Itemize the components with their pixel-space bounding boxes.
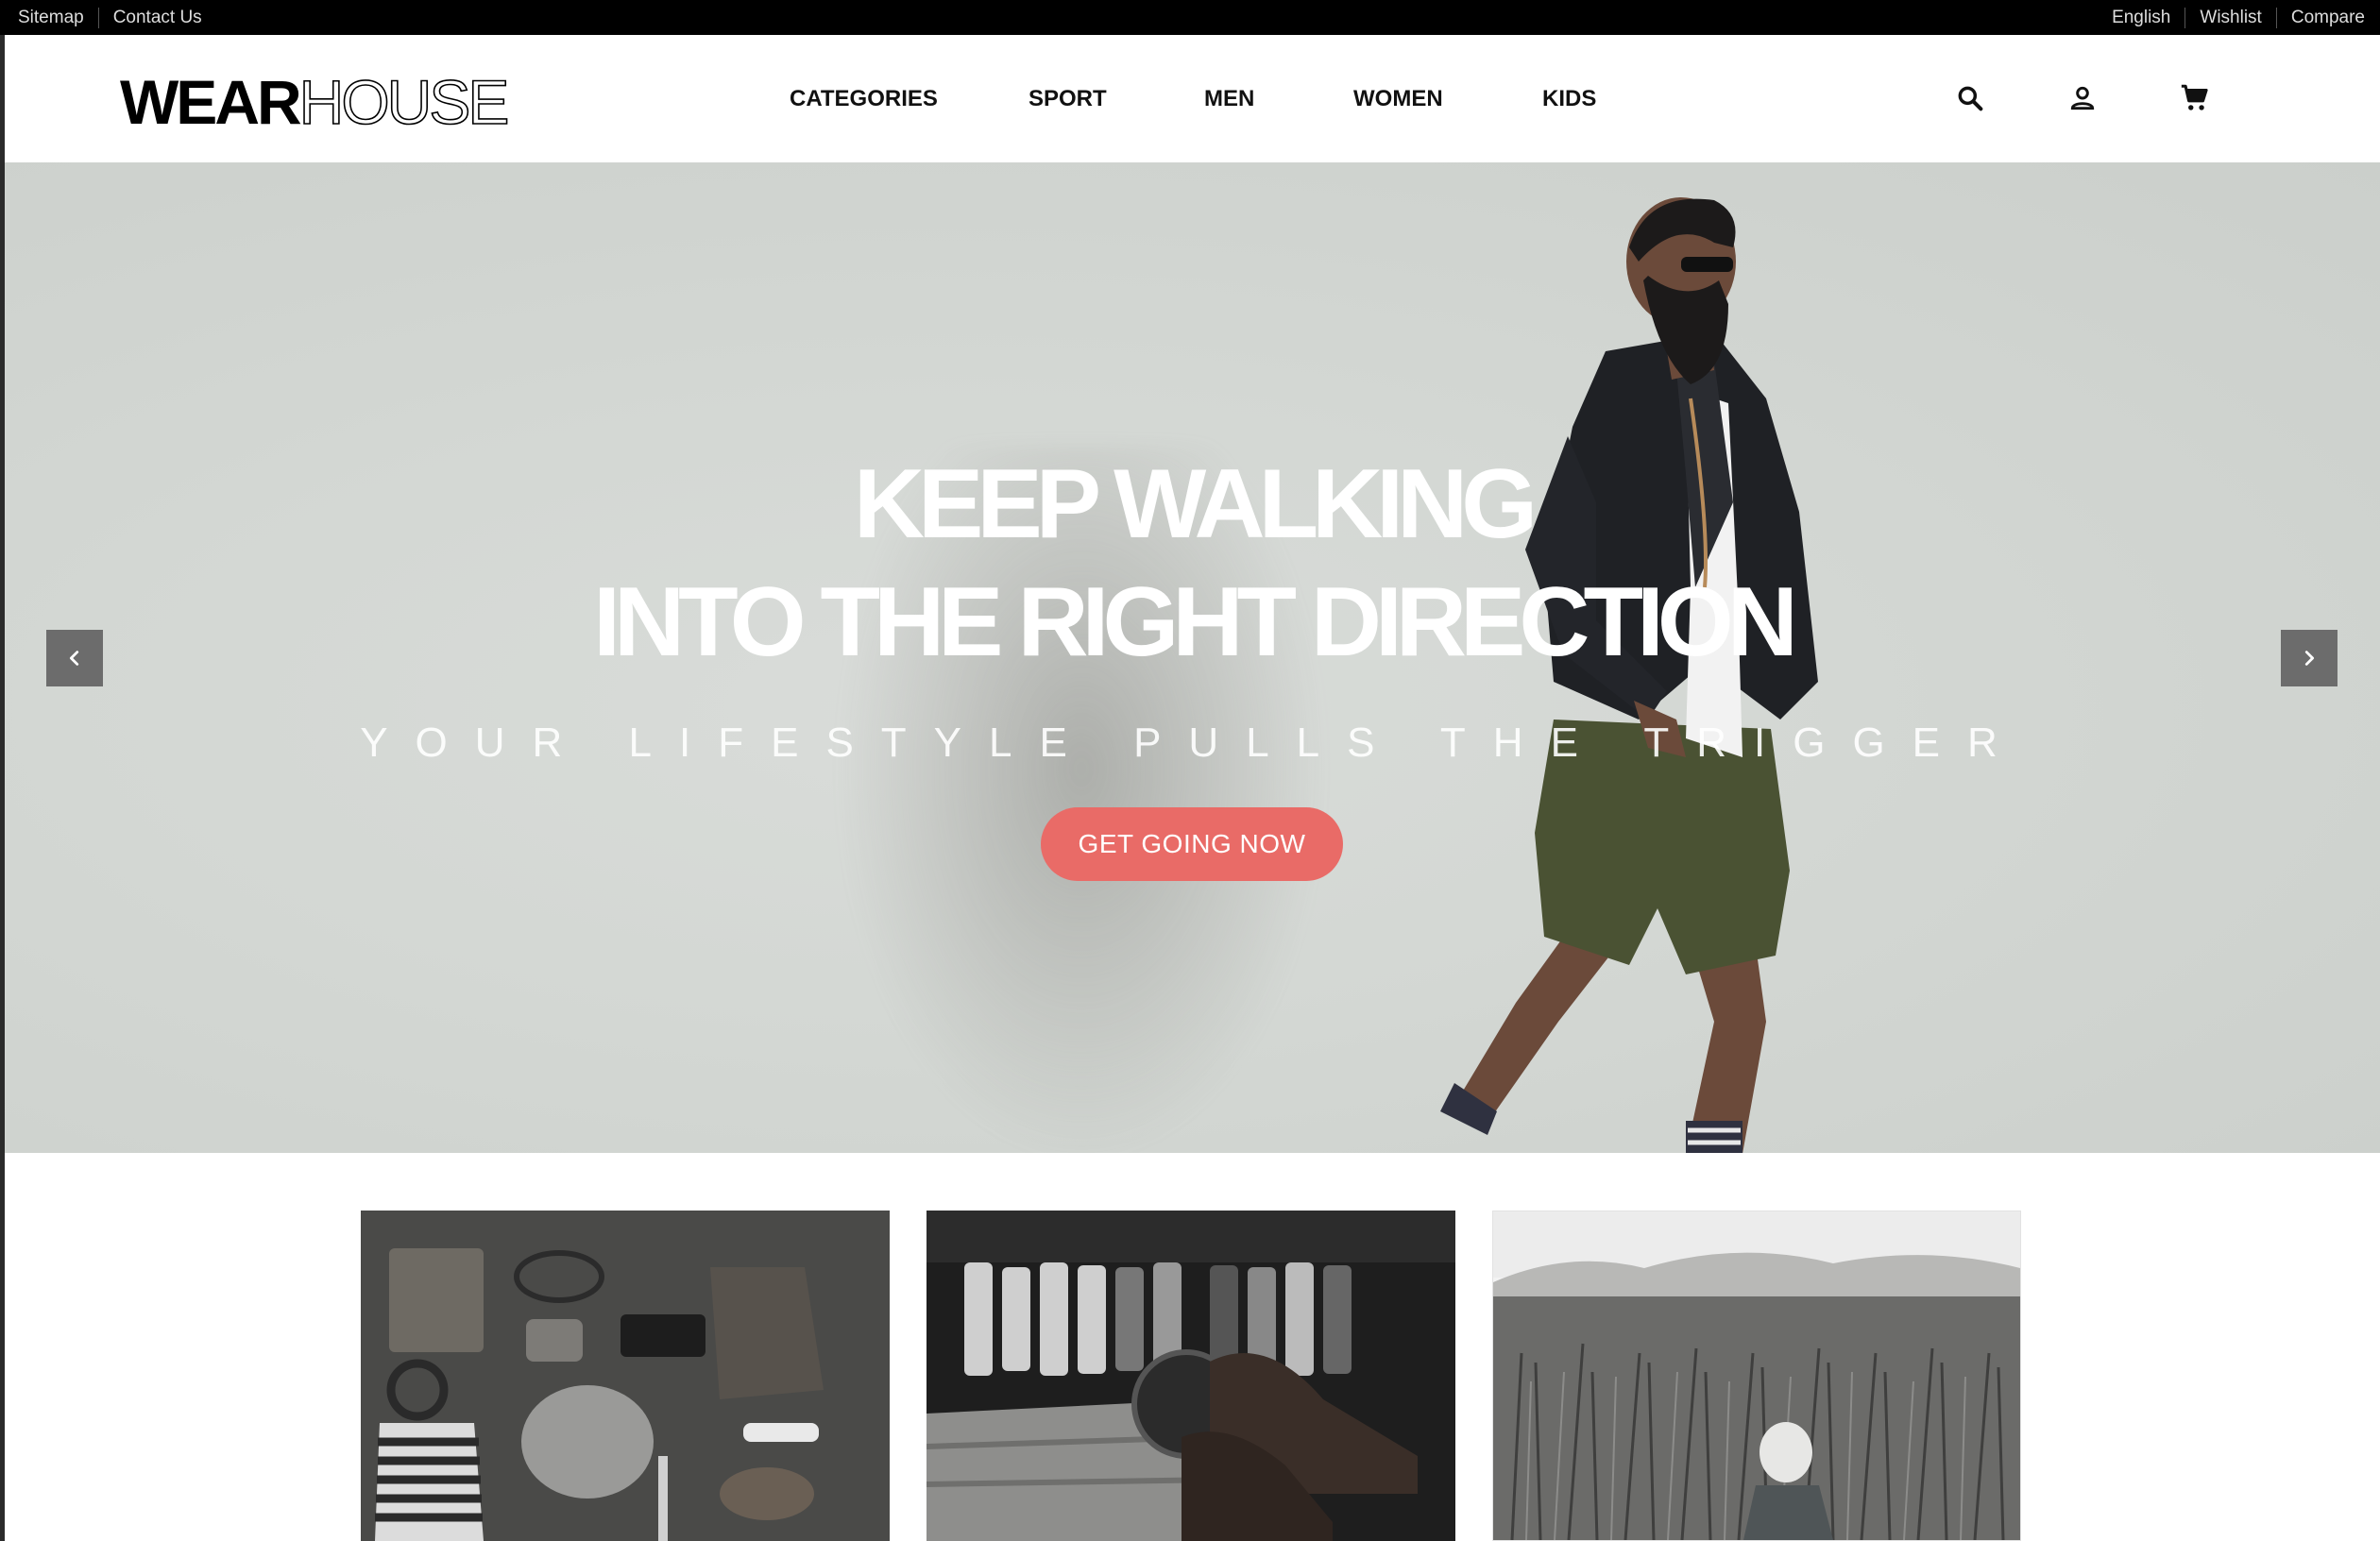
category-tile-men-shoes[interactable] [926, 1211, 1455, 1541]
contact-us-link[interactable]: Contact Us [97, 7, 216, 28]
logo-light-text: HOUSE [298, 67, 510, 137]
nav-women[interactable]: WOMEN [1353, 86, 1443, 112]
wishlist-link[interactable]: Wishlist [2184, 7, 2275, 28]
field-child-image [1493, 1211, 2020, 1540]
chevron-left-icon [69, 651, 79, 666]
nav-kids[interactable]: KIDS [1542, 86, 1596, 112]
nav-sport[interactable]: SPORT [1028, 86, 1107, 112]
hero-banner: KEEP WALKING INTO THE RIGHT DIRECTION YO… [5, 162, 2380, 1153]
carousel-next-button[interactable] [2281, 630, 2338, 686]
chevron-right-icon [2304, 651, 2315, 666]
nav-men[interactable]: MEN [1204, 86, 1254, 112]
logo-bold-text: WEAR [120, 67, 302, 137]
shoes-and-clothes-image [926, 1211, 1455, 1541]
hero-title-line-1: KEEP WALKING [853, 449, 1538, 559]
user-icon[interactable] [2061, 76, 2104, 120]
flat-lay-accessories-image [361, 1211, 890, 1541]
utility-links-left: Sitemap Contact Us [18, 0, 216, 35]
compare-link[interactable]: Compare [2275, 7, 2365, 28]
hero-subtitle: YOUR LIFESTYLE PULLS THE TRIGGER [360, 720, 2025, 766]
hero-title-line-2: INTO THE RIGHT DIRECTION [593, 567, 1798, 677]
sitemap-link[interactable]: Sitemap [18, 8, 98, 28]
cart-icon[interactable] [2173, 76, 2217, 120]
utility-bar: Sitemap Contact Us English Wishlist Comp… [0, 0, 2380, 35]
category-tile-accessories[interactable] [361, 1211, 890, 1541]
utility-links-right: English Wishlist Compare [2112, 0, 2365, 35]
search-icon[interactable] [1948, 76, 1992, 120]
site-logo[interactable]: WEAR HOUSE [120, 67, 510, 137]
get-going-now-button[interactable]: GET GOING NOW [1041, 807, 1343, 881]
carousel-prev-button[interactable] [46, 630, 103, 686]
site-header: WEAR HOUSE CATEGORIES SPORT MEN WOMEN KID… [5, 35, 2380, 162]
language-link[interactable]: English [2112, 8, 2184, 28]
nav-categories[interactable]: CATEGORIES [790, 86, 938, 112]
category-tile-kids[interactable] [1492, 1211, 2021, 1541]
